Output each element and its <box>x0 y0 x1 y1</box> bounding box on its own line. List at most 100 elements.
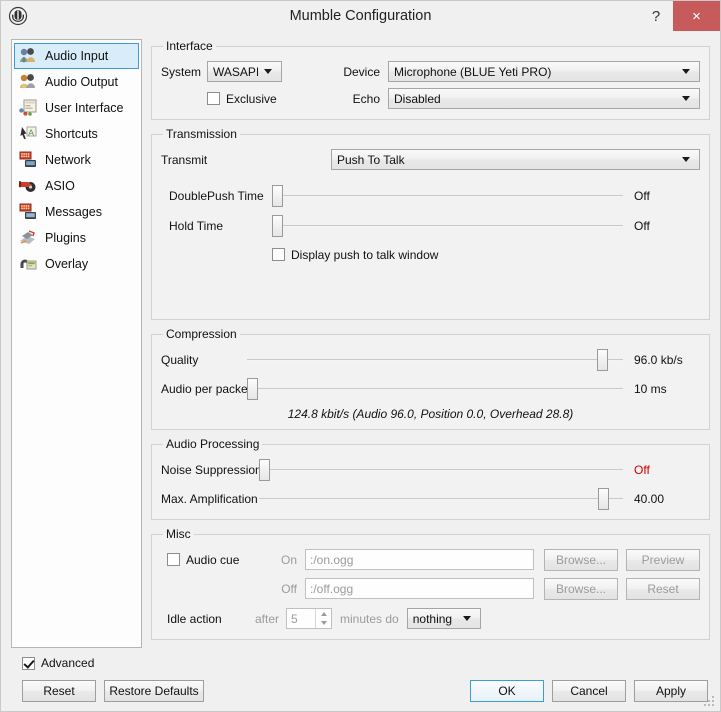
doublepush-slider[interactable] <box>272 184 623 207</box>
reset-button[interactable]: Reset <box>22 680 96 702</box>
audio-cue-reset-button[interactable]: Reset <box>626 577 700 600</box>
audio-cue-checkbox[interactable]: Audio cue <box>167 553 271 567</box>
sidebar-item-user-interface[interactable]: User Interface <box>14 95 139 121</box>
audio-cue-off-value: :/off.ogg <box>310 581 354 596</box>
sidebar-item-messages[interactable]: Messages <box>14 199 139 225</box>
slider-handle[interactable] <box>259 458 270 481</box>
svg-text:A: A <box>28 128 34 138</box>
help-button[interactable]: ? <box>639 1 673 31</box>
transmission-row-pttwindow: Display push to talk window <box>161 242 700 267</box>
settings-category-list[interactable]: Audio Input Audio Output User Interface … <box>11 39 142 648</box>
sidebar-item-plugins[interactable]: Plugins <box>14 225 139 251</box>
hold-time-slider[interactable] <box>272 214 623 237</box>
sidebar-item-label: User Interface <box>45 101 124 115</box>
max-amplification-slider[interactable] <box>259 487 623 510</box>
idle-after-label: after <box>255 611 280 626</box>
sidebar-item-label: Plugins <box>45 231 86 245</box>
overlay-icon <box>18 254 38 274</box>
sidebar-item-audio-input[interactable]: Audio Input <box>14 43 139 69</box>
device-label: Device <box>343 64 380 79</box>
doublepush-value: Off <box>634 188 650 203</box>
slider-groove <box>259 497 623 500</box>
interface-row-echo: Exclusive Echo Disabled <box>161 86 700 111</box>
stepper-up-icon[interactable] <box>316 609 331 619</box>
misc-row-off: Off :/off.ogg Browse... Reset <box>161 576 700 601</box>
transmission-row-transmit: Transmit Push To Talk <box>161 147 700 172</box>
ok-button[interactable]: OK <box>470 680 544 702</box>
sidebar-item-label: Messages <box>45 205 102 219</box>
idle-do-combobox[interactable]: nothing <box>406 608 481 629</box>
device-value: Microphone (BLUE Yeti PRO) <box>394 64 552 79</box>
slider-groove <box>259 468 623 471</box>
apply-button[interactable]: Apply <box>634 680 708 702</box>
asio-icon <box>18 176 38 196</box>
restore-defaults-button[interactable]: Restore Defaults <box>104 680 204 702</box>
transmission-group: Transmission Transmit Push To Talk Doubl… <box>151 127 710 320</box>
system-label: System <box>161 64 202 79</box>
mumble-logo-icon <box>8 6 28 26</box>
advanced-checkbox[interactable]: Advanced <box>22 656 94 670</box>
checkbox-box <box>22 656 35 670</box>
title-bar: Mumble Configuration ? × <box>1 1 720 31</box>
interface-row-system: System WASAPI Device Microphone (BLUE Ye… <box>161 59 700 84</box>
sidebar-item-label: Audio Input <box>45 49 109 63</box>
quality-value: 96.0 kb/s <box>634 352 683 367</box>
slider-groove <box>247 387 623 390</box>
sidebar-item-label: ASIO <box>45 179 75 193</box>
idle-minutes-stepper[interactable]: 5 <box>286 608 333 629</box>
slider-handle[interactable] <box>272 214 283 237</box>
advanced-label: Advanced <box>41 656 95 670</box>
bitrate-summary: 124.8 kbit/s (Audio 96.0, Position 0.0, … <box>287 407 574 421</box>
misc-row-on: Audio cue On :/on.ogg Browse... Preview <box>161 547 700 572</box>
exclusive-label: Exclusive <box>226 91 277 106</box>
sidebar-item-network[interactable]: Network <box>14 147 139 173</box>
chevron-down-icon <box>682 157 690 162</box>
audio-processing-row-noise: Noise Suppression Off <box>161 457 700 482</box>
slider-handle[interactable] <box>597 487 609 510</box>
system-value: WASAPI <box>213 64 258 79</box>
cancel-button[interactable]: Cancel <box>552 680 626 702</box>
sidebar-item-shortcuts[interactable]: A Shortcuts <box>14 121 139 147</box>
messages-icon <box>18 202 38 222</box>
idle-do-value: nothing <box>412 611 453 626</box>
checkbox-box <box>167 553 180 566</box>
chevron-down-icon <box>682 96 690 101</box>
echo-combobox[interactable]: Disabled <box>388 88 700 109</box>
audio-cue-on-value: :/on.ogg <box>310 552 354 567</box>
transmit-combobox[interactable]: Push To Talk <box>331 149 700 170</box>
audio-cue-on-browse-button[interactable]: Browse... <box>544 548 618 571</box>
sidebar-item-label: Overlay <box>45 257 89 271</box>
audio-cue-off-browse-button[interactable]: Browse... <box>544 577 618 600</box>
sidebar-item-label: Shortcuts <box>45 127 98 141</box>
stepper-arrows[interactable] <box>315 609 331 628</box>
system-combobox[interactable]: WASAPI <box>207 61 282 82</box>
hold-time-value: Off <box>634 218 650 233</box>
doublepush-label: DoublePush Time <box>169 188 264 203</box>
stepper-down-icon[interactable] <box>316 619 331 629</box>
resize-grip[interactable] <box>704 696 716 708</box>
compression-row-quality: Quality 96.0 kb/s <box>161 347 700 372</box>
audio-cue-preview-button[interactable]: Preview <box>626 548 700 571</box>
interface-group: Interface System WASAPI Device Microphon… <box>151 39 710 120</box>
quality-slider[interactable] <box>247 348 623 371</box>
slider-handle[interactable] <box>597 348 609 371</box>
audio-cue-off-field[interactable]: :/off.ogg <box>305 578 534 599</box>
device-combobox[interactable]: Microphone (BLUE Yeti PRO) <box>388 61 700 82</box>
audio-per-packet-slider[interactable] <box>247 377 623 400</box>
sidebar-item-asio[interactable]: ASIO <box>14 173 139 199</box>
shortcuts-icon: A <box>18 124 38 144</box>
noise-suppression-slider[interactable] <box>259 458 623 481</box>
display-ptt-window-checkbox[interactable]: Display push to talk window <box>272 248 438 262</box>
idle-minutes-label: minutes do <box>340 611 399 626</box>
echo-label: Echo <box>352 91 380 106</box>
slider-handle[interactable] <box>247 377 258 400</box>
sidebar-item-audio-output[interactable]: Audio Output <box>14 69 139 95</box>
advanced-row: Advanced <box>22 653 708 673</box>
sidebar-item-label: Network <box>45 153 91 167</box>
exclusive-checkbox[interactable]: Exclusive <box>207 92 282 106</box>
sidebar-item-overlay[interactable]: Overlay <box>14 251 139 277</box>
echo-value: Disabled <box>394 91 441 106</box>
slider-handle[interactable] <box>272 184 283 207</box>
audio-cue-on-field[interactable]: :/on.ogg <box>305 549 534 570</box>
close-icon[interactable]: × <box>673 1 720 31</box>
